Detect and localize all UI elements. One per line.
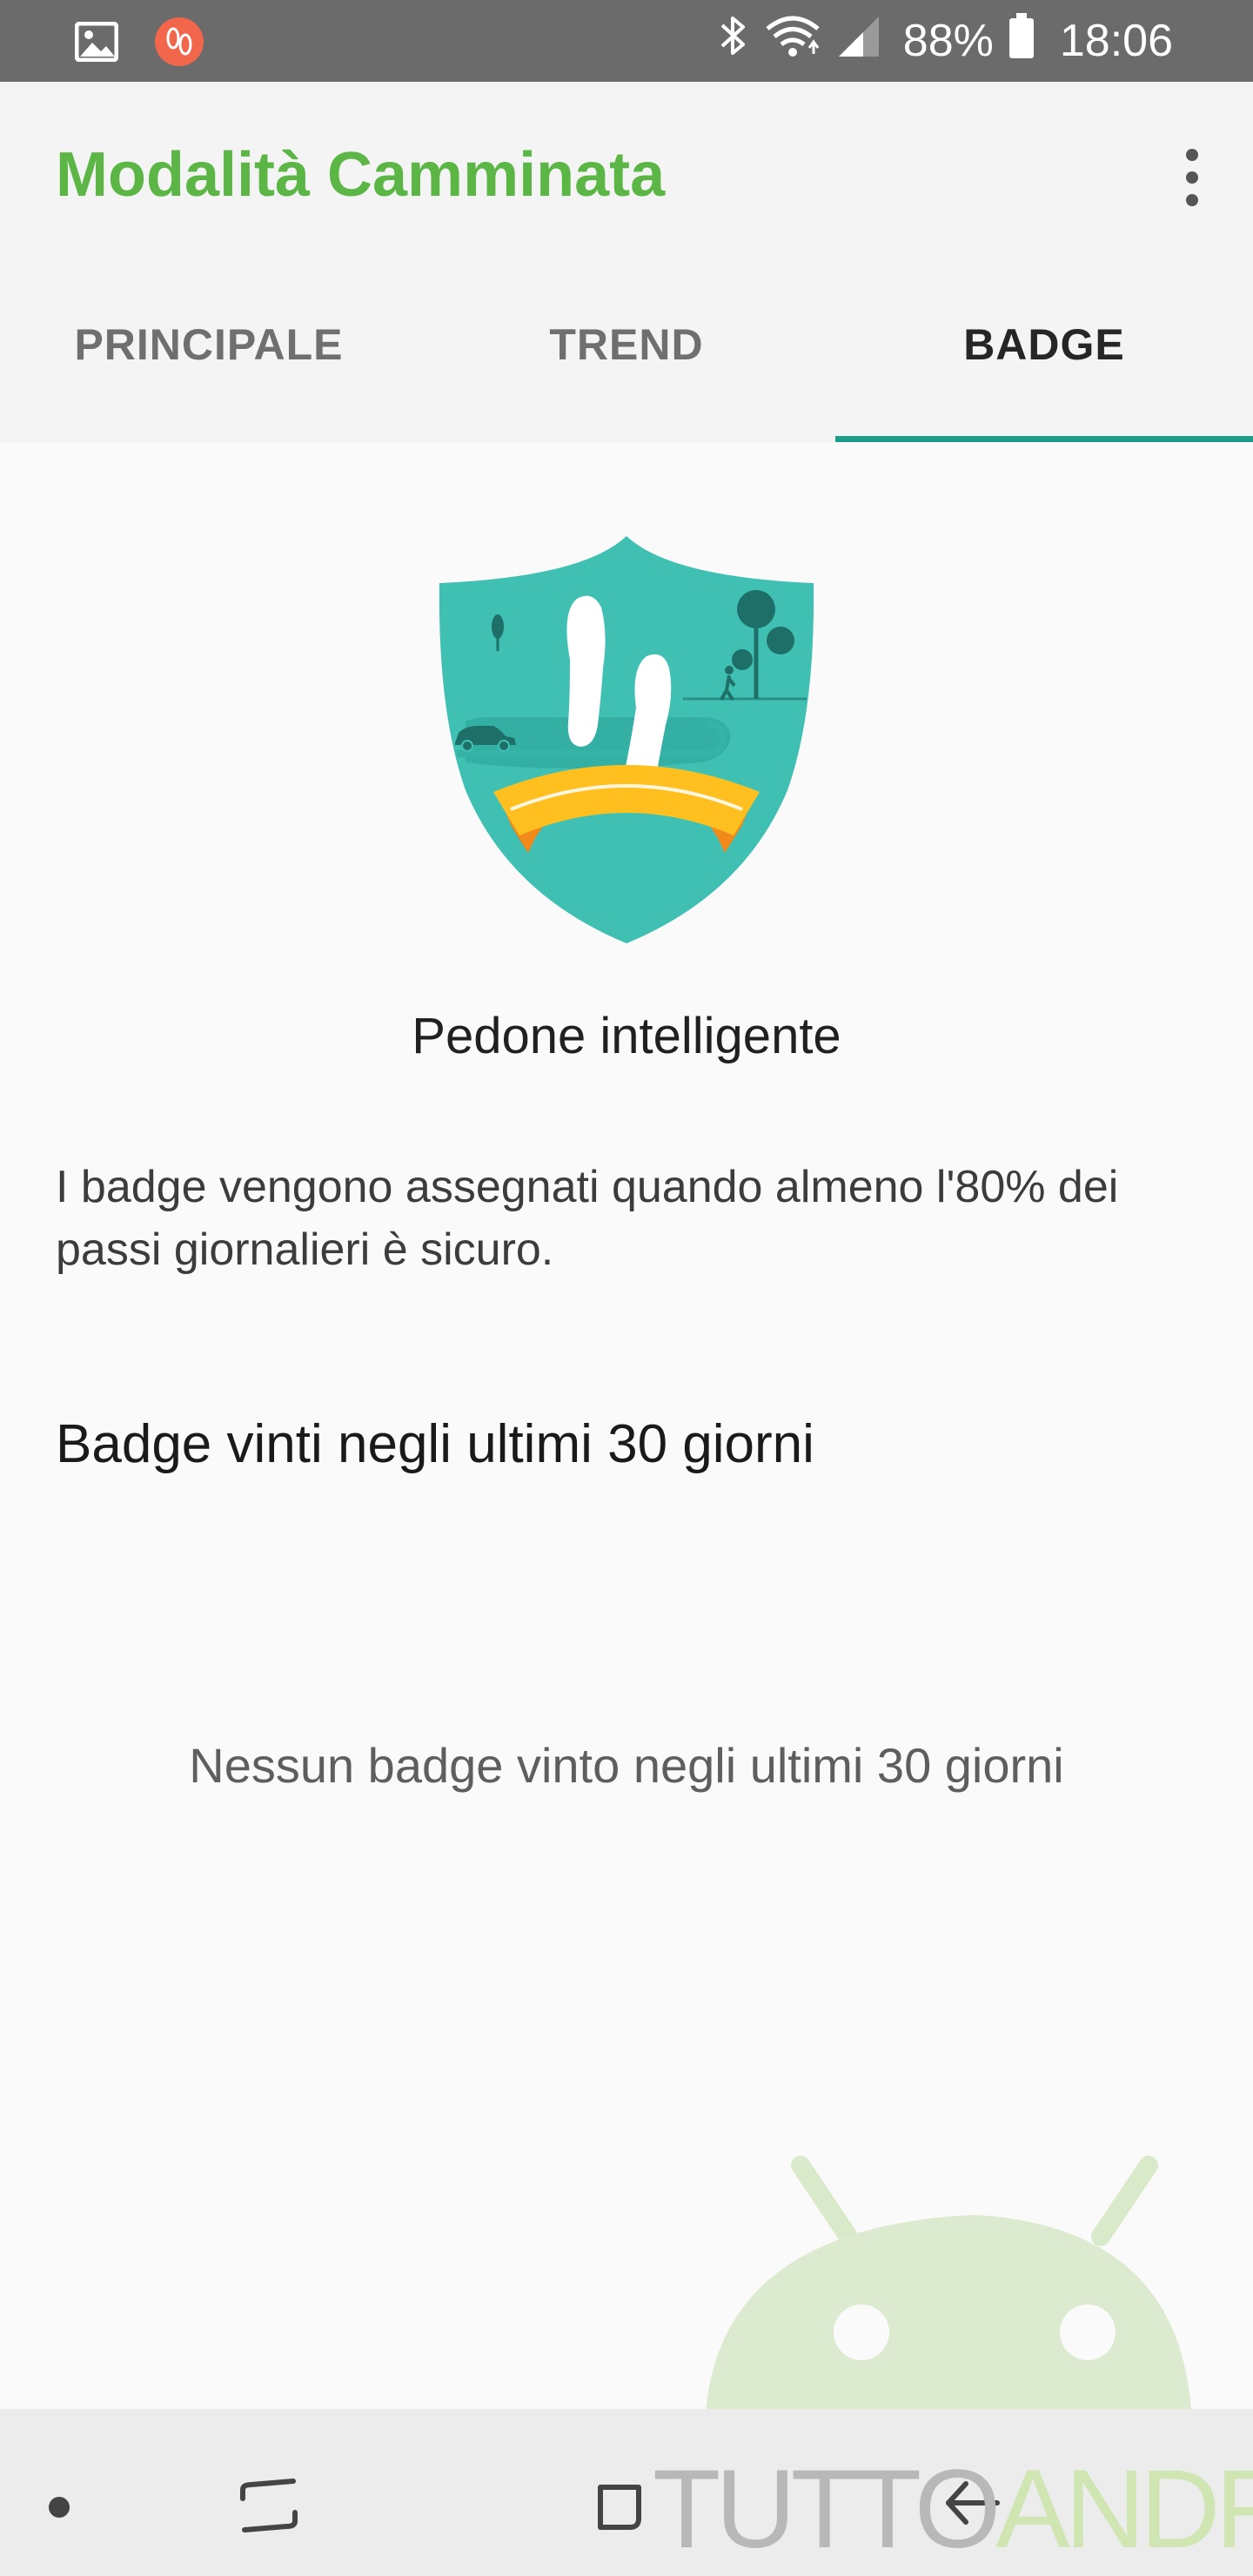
menu-dot [1186, 149, 1198, 161]
tab-label: PRINCIPALE [74, 320, 344, 369]
status-right-icons: 88% 18:06 [719, 9, 1173, 73]
wifi-icon [764, 13, 821, 70]
bluetooth-icon [719, 13, 748, 70]
battery-icon [1008, 12, 1034, 70]
tab-principale[interactable]: PRINCIPALE [0, 272, 418, 442]
tab-indicator [835, 436, 1253, 442]
app-title: Modalità Camminata [56, 140, 666, 210]
tab-label: BADGE [963, 320, 1125, 369]
tab-bar: PRINCIPALE TREND BADGE [0, 272, 1253, 442]
walking-mode-icon [155, 17, 204, 70]
status-bar: 88% 18:06 [0, 0, 1253, 82]
nav-dot-icon[interactable] [49, 2497, 70, 2518]
watermark-text-part2: ANDROID [995, 2447, 1253, 2572]
signal-icon [837, 13, 881, 70]
empty-state-message: Nessun badge vinto negli ultimi 30 giorn… [189, 1738, 1064, 1793]
tab-label: TREND [549, 320, 704, 369]
menu-dot [1186, 171, 1198, 184]
android-watermark-icon [705, 2150, 1192, 2437]
tab-trend[interactable]: TREND [418, 272, 835, 442]
menu-dot [1186, 194, 1198, 206]
status-left-icons [74, 17, 204, 70]
status-clock: 18:06 [1059, 16, 1173, 66]
gallery-icon [74, 21, 119, 66]
tab-badge[interactable]: BADGE [835, 272, 1253, 442]
more-vert-icon[interactable] [1166, 143, 1218, 212]
screen: 88% 18:06 Modalità Camminata PRINCIPALE … [0, 0, 1253, 2576]
battery-percent: 88% [902, 16, 994, 66]
recents-icon[interactable] [221, 2458, 317, 2553]
app-bar: Modalità Camminata [0, 82, 1253, 272]
smart-pedestrian-shield-badge-icon [431, 529, 822, 951]
badge-info-text: I badge vengono assegnati quando almeno … [56, 1162, 1119, 1275]
watermark-text-part1: TUTTO [653, 2447, 1001, 2572]
section-heading: Badge vinti negli ultimi 30 giorni [56, 1414, 814, 1474]
watermark-text: TUTTOANDROID [653, 2454, 1253, 2566]
badge-name: Pedone intelligente [412, 1008, 841, 1064]
